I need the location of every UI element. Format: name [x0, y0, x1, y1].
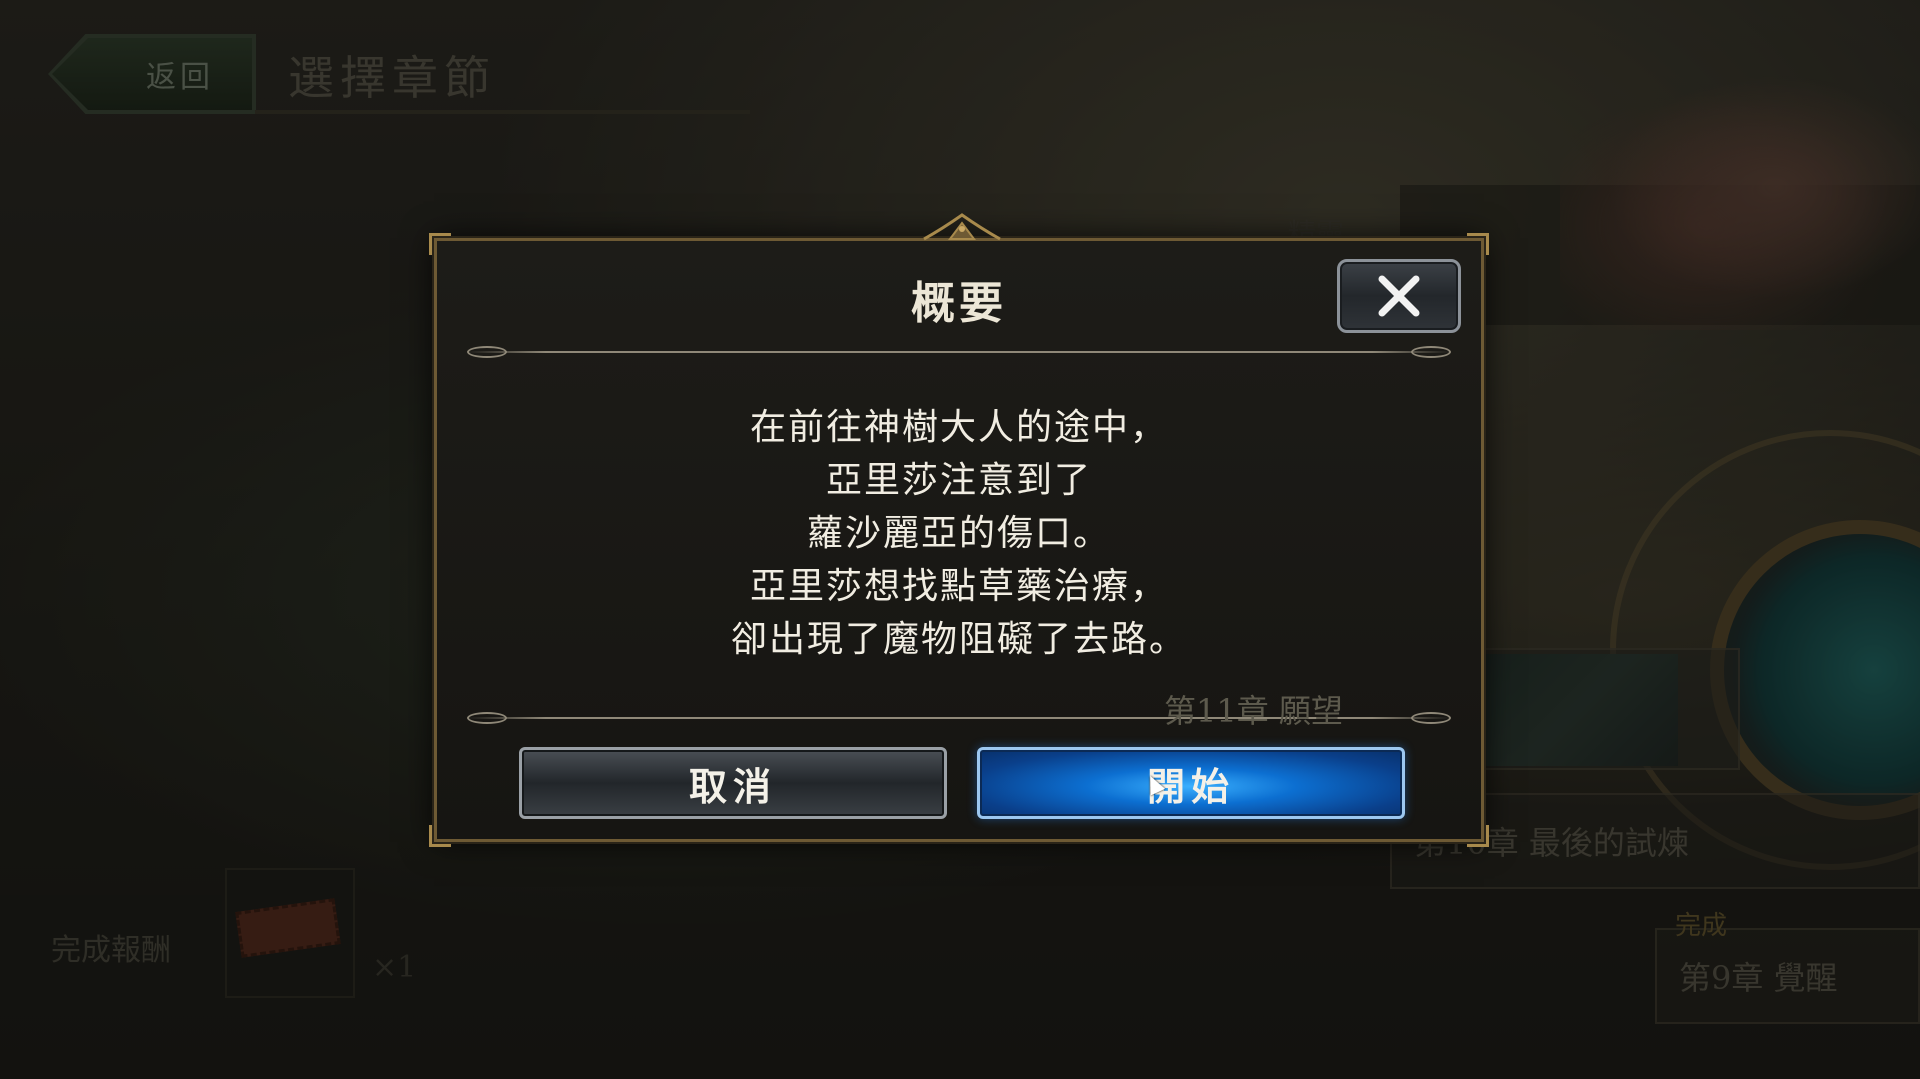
- summary-line: 亞里莎注意到了: [825, 460, 1092, 501]
- corner-ornament: [429, 825, 451, 847]
- summary-dialog: 概要 在前往神樹大人的途中， 亞里莎注意到了 蘿沙麗亞的傷口。 亞里莎想找點草藥…: [429, 213, 1489, 847]
- chapter-label: 第11章 願望: [1164, 692, 1343, 730]
- flourish-ornament: [467, 346, 507, 358]
- flourish-ornament: [1411, 712, 1451, 724]
- cancel-button-label: 取消: [688, 763, 777, 809]
- corner-ornament: [1467, 233, 1489, 255]
- start-button[interactable]: 開始: [977, 747, 1405, 819]
- close-button[interactable]: [1337, 259, 1461, 333]
- corner-ornament: [429, 233, 451, 255]
- dialog-title: 概要: [911, 278, 1007, 329]
- summary-line: 蘿沙麗亞的傷口。: [806, 513, 1111, 554]
- flourish-ornament: [467, 712, 507, 724]
- cancel-button[interactable]: 取消: [519, 747, 947, 819]
- close-x-icon: [1378, 275, 1420, 317]
- summary-line: 卻出現了魔物阻礙了去路。: [730, 619, 1187, 660]
- game-screen: 返回 選擇章節 精靈 第11章 願望 第10章 最後的試煉 完成 第9章 覺醒 …: [0, 0, 1920, 1079]
- summary-line: 亞里莎想找點草藥治療，: [749, 566, 1168, 607]
- crest-ornament-icon: [923, 213, 1001, 241]
- flourish-ornament: [1411, 346, 1451, 358]
- divider-top: [467, 346, 1451, 358]
- corner-ornament: [1467, 825, 1489, 847]
- summary-line: 在前往神樹大人的途中，: [749, 407, 1168, 448]
- summary-text: 在前往神樹大人的途中， 亞里莎注意到了 蘿沙麗亞的傷口。 亞里莎想找點草藥治療，…: [437, 401, 1481, 666]
